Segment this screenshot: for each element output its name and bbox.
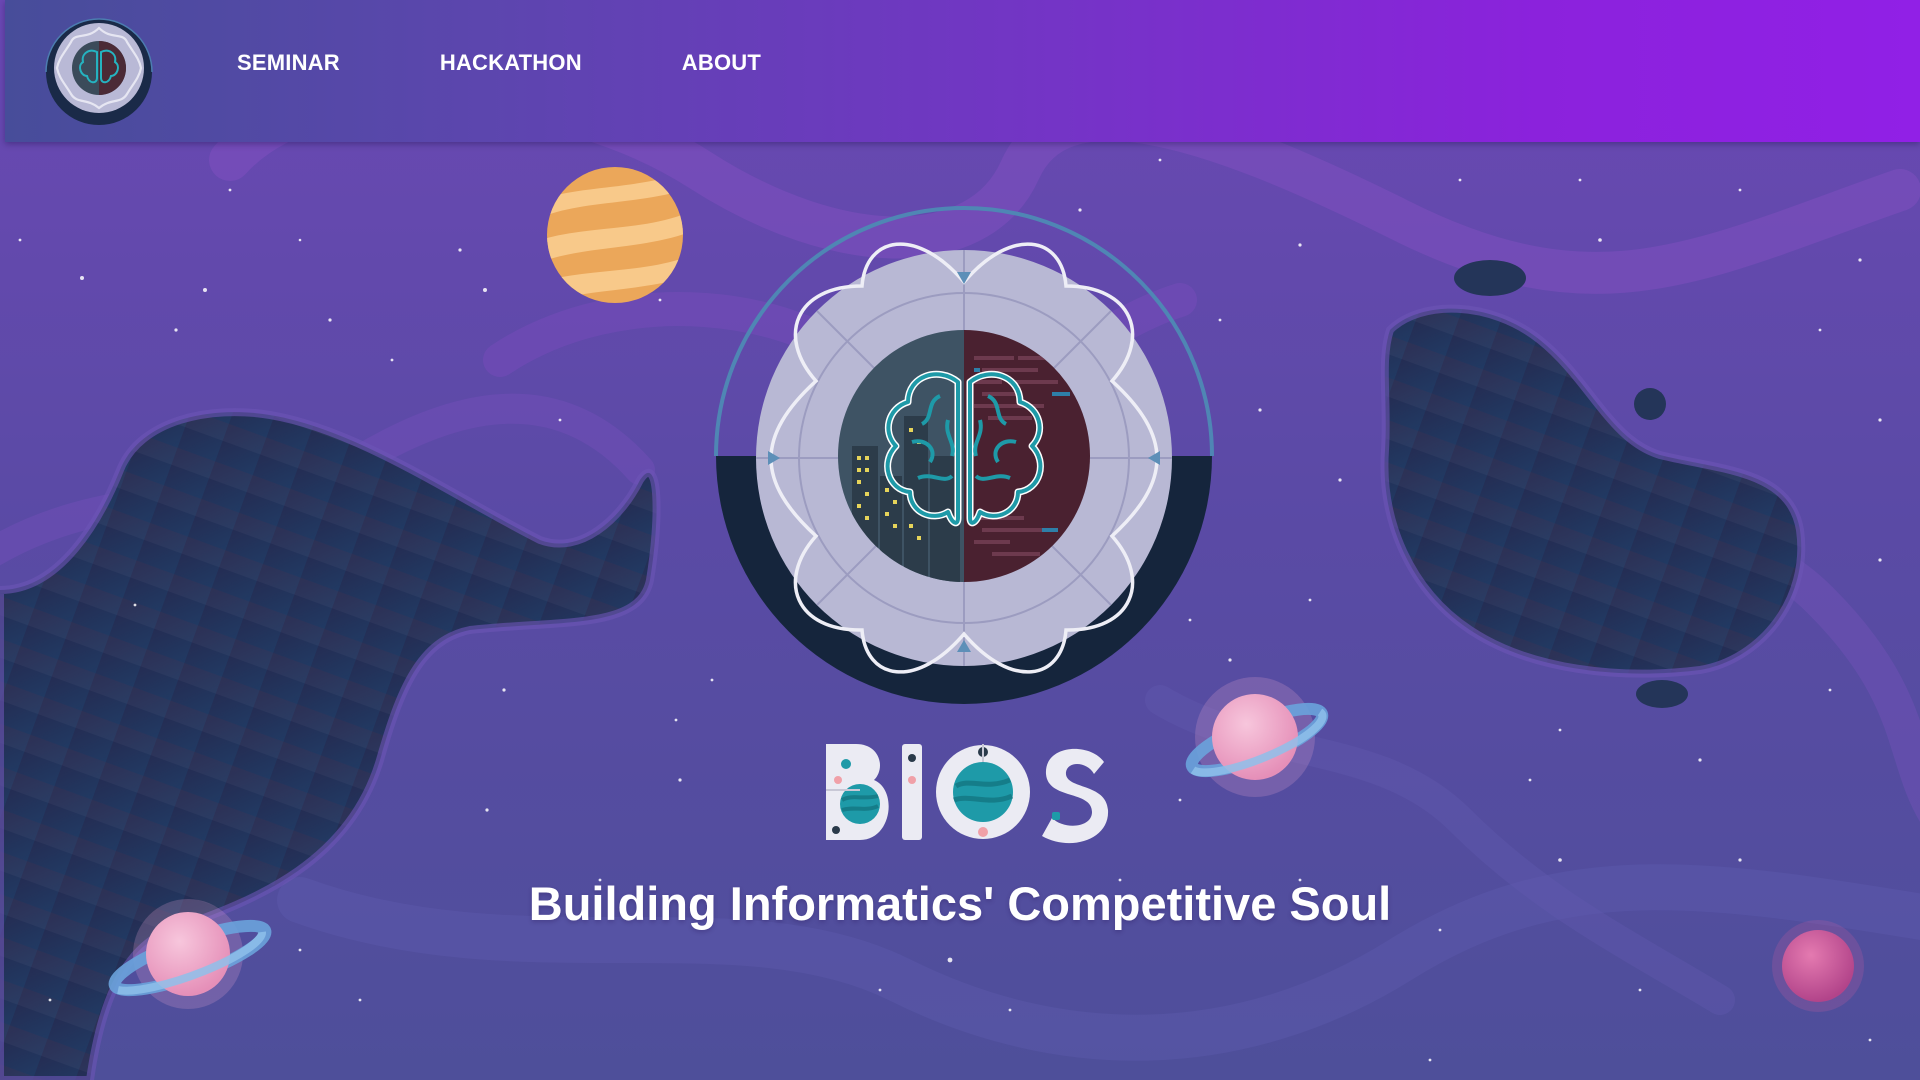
magenta-planet	[1772, 920, 1864, 1012]
nav-links: SEMINAR HACKATHON ABOUT	[237, 0, 761, 126]
orange-planet	[547, 167, 683, 303]
dark-blob-right	[1380, 304, 1806, 678]
bios-wordmark-logo	[826, 744, 1109, 844]
nav-link-hackathon[interactable]: HACKATHON	[440, 50, 582, 76]
bios-logo-icon[interactable]	[45, 18, 153, 126]
brain-circuit-emblem-icon	[714, 206, 1214, 704]
dark-blob-left	[0, 408, 661, 1080]
page-background: SEMINAR HACKATHON ABOUT Building Informa…	[0, 0, 1920, 1080]
asteroid	[1634, 388, 1666, 420]
nav-link-seminar[interactable]: SEMINAR	[237, 50, 340, 76]
nav-link-about[interactable]: ABOUT	[682, 50, 761, 76]
top-navbar: SEMINAR HACKATHON ABOUT	[5, 0, 1920, 142]
hero-tagline: Building Informatics' Competitive Soul	[528, 877, 1392, 930]
asteroid	[1454, 260, 1526, 296]
asteroid	[1636, 680, 1688, 708]
